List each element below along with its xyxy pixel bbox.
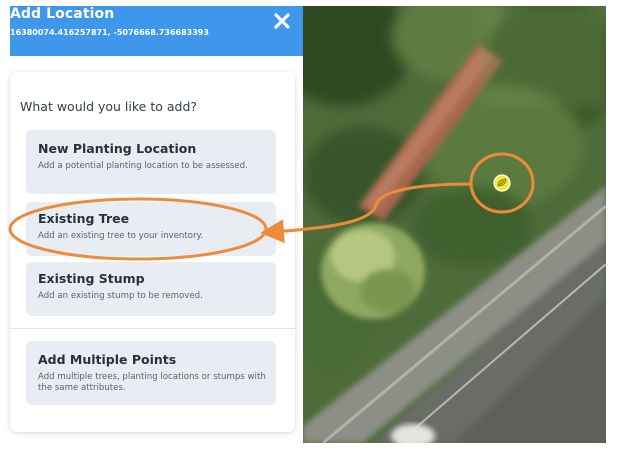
close-icon — [274, 13, 290, 29]
divider — [10, 328, 295, 329]
option-description: Add an existing stump to be removed. — [38, 291, 203, 301]
aerial-map[interactable] — [303, 6, 606, 443]
option-title: Existing Tree — [38, 211, 130, 226]
add-options-card: What would you like to add? New Planting… — [10, 72, 295, 432]
option-existing-tree[interactable]: Existing Tree Add an existing tree to yo… — [26, 202, 276, 256]
aerial-imagery — [303, 6, 606, 443]
option-title: New Planting Location — [38, 141, 197, 156]
option-title: Existing Stump — [38, 271, 145, 286]
option-description: Add multiple trees, planting locations o… — [38, 372, 266, 393]
leaf-location-marker-icon[interactable] — [491, 172, 513, 194]
option-description: Add a potential planting location to be … — [38, 161, 248, 171]
option-new-planting-location[interactable]: New Planting Location Add a potential pl… — [26, 130, 276, 194]
option-title: Add Multiple Points — [38, 352, 177, 367]
page-title: Add Location — [10, 6, 115, 22]
option-description: Add an existing tree to your inventory. — [38, 231, 204, 241]
option-existing-stump[interactable]: Existing Stump Add an existing stump to … — [26, 262, 276, 316]
close-button[interactable] — [272, 11, 292, 31]
add-location-header: Add Location 16380074.416257871, -507666… — [10, 6, 303, 56]
coordinates-text: 16380074.416257871, -5076668.736683393 — [10, 28, 209, 37]
add-prompt: What would you like to add? — [20, 99, 198, 114]
option-add-multiple-points[interactable]: Add Multiple Points Add multiple trees, … — [26, 341, 276, 405]
